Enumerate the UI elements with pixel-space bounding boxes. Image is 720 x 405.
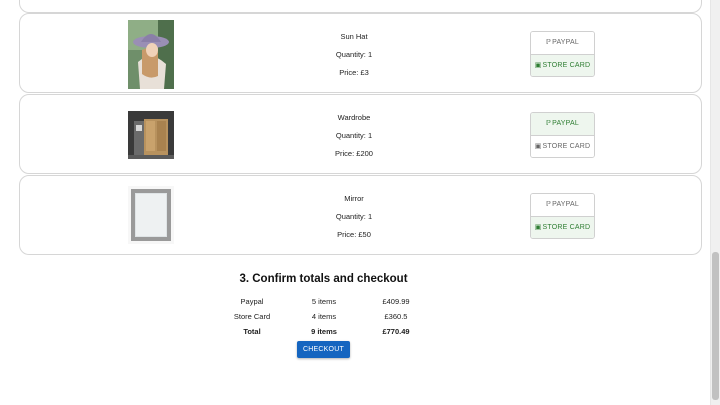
- scrollbar-thumb[interactable]: [712, 252, 719, 400]
- product-card-partial: [19, 0, 702, 13]
- credit-card-icon: ▣: [534, 62, 542, 69]
- product-card: Mirror Quantity: 1 Price: £50 ℙPAYPAL ▣S…: [19, 175, 702, 255]
- payment-method: Store Card: [233, 312, 271, 321]
- product-image: [128, 111, 174, 159]
- product-image: [128, 20, 174, 89]
- credit-card-icon: ▣: [534, 224, 542, 231]
- product-name: Wardrobe: [337, 113, 371, 122]
- store-card-button[interactable]: ▣STORE CARD: [531, 54, 594, 76]
- payment-method: Paypal: [240, 297, 264, 306]
- item-count: 5 items: [311, 297, 337, 306]
- section-title: 3. Confirm totals and checkout: [239, 273, 408, 285]
- totals-row: Store Card 4 items £360.5: [218, 312, 433, 326]
- payment-toggle: ℙPAYPAL ▣STORE CARD: [530, 31, 595, 77]
- amount: £409.99: [382, 297, 410, 306]
- product-card: Sun Hat Quantity: 1 Price: £3 ℙPAYPAL ▣S…: [19, 13, 702, 93]
- product-card: Wardrobe Quantity: 1 Price: £200 ℙPAYPAL…: [19, 94, 702, 174]
- item-count: 4 items: [311, 312, 337, 321]
- item-count: 9 items: [311, 327, 337, 336]
- product-name: Sun Hat: [340, 32, 368, 41]
- totals-row: Paypal 5 items £409.99: [218, 297, 433, 311]
- payment-toggle: ℙPAYPAL ▣STORE CARD: [530, 193, 595, 239]
- payment-method: Total: [243, 327, 261, 336]
- product-price: Price: £50: [337, 230, 371, 239]
- paypal-button[interactable]: ℙPAYPAL: [531, 32, 594, 54]
- store-card-button[interactable]: ▣STORE CARD: [531, 135, 594, 157]
- product-image: [128, 186, 174, 244]
- credit-card-icon: ▣: [534, 143, 542, 150]
- product-quantity: Quantity: 1: [335, 50, 373, 59]
- checkout-button[interactable]: CHECKOUT: [297, 341, 350, 358]
- product-quantity: Quantity: 1: [335, 212, 373, 221]
- scrollbar[interactable]: [710, 0, 720, 405]
- paypal-icon: ℙ: [546, 201, 552, 208]
- paypal-icon: ℙ: [546, 120, 552, 127]
- product-price: Price: £200: [335, 149, 373, 158]
- product-name: Mirror: [344, 194, 364, 203]
- payment-toggle: ℙPAYPAL ▣STORE CARD: [530, 112, 595, 158]
- paypal-icon: ℙ: [546, 39, 552, 46]
- paypal-button[interactable]: ℙPAYPAL: [531, 113, 594, 135]
- amount: £360.5: [384, 312, 408, 321]
- amount: £770.49: [382, 327, 410, 336]
- totals-row-total: Total 9 items £770.49: [218, 327, 433, 341]
- product-price: Price: £3: [339, 68, 369, 77]
- paypal-button[interactable]: ℙPAYPAL: [531, 194, 594, 216]
- store-card-button[interactable]: ▣STORE CARD: [531, 216, 594, 238]
- product-quantity: Quantity: 1: [335, 131, 373, 140]
